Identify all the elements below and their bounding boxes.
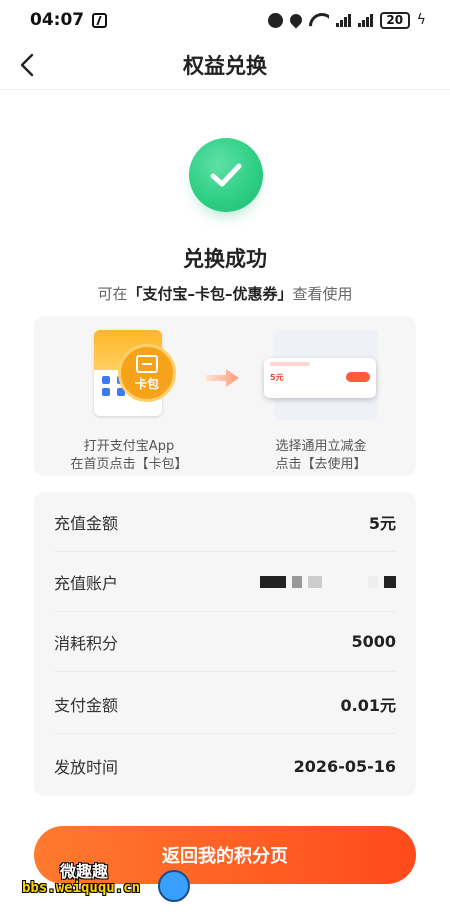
guide-step-1: 卡包 打开支付宝App 在首页点击【卡包】 — [34, 328, 224, 472]
nfc-icon — [92, 12, 108, 28]
info-value: 0.01元 — [340, 695, 396, 715]
charging-icon: ϟ — [416, 12, 426, 28]
watermark-url: bbs.weiququ.cn — [22, 880, 141, 896]
usage-guide-card: 卡包 打开支付宝App 在首页点击【卡包】 5元 选择通用立减金 点击【去使用】 — [34, 316, 416, 476]
success-title: 兑换成功 — [183, 247, 267, 271]
success-subtitle: 可在「支付宝–卡包–优惠券」查看使用 — [0, 283, 450, 304]
info-label: 发放时间 — [54, 758, 119, 777]
status-right: 20 ϟ — [267, 11, 426, 29]
signal-icon-2 — [357, 13, 373, 27]
info-label: 充值金额 — [54, 513, 119, 533]
guide-step-2: 5元 选择通用立减金 点击【去使用】 — [226, 328, 416, 472]
header: 权益兑换 — [0, 40, 450, 90]
guide-step-2-line1: 选择通用立减金 — [275, 439, 367, 454]
card-pack-icon: 卡包 — [118, 344, 176, 402]
status-time: 04:07 — [30, 10, 85, 30]
signal-icon — [335, 13, 351, 27]
coupon-popup-illustration: 5元 — [264, 358, 376, 398]
guide-step-1-line1: 打开支付宝App — [83, 439, 175, 454]
status-left: 04:07 — [30, 10, 108, 30]
info-value: 2026-05-16 — [293, 756, 396, 776]
info-value: 5元 — [368, 513, 396, 533]
watermark-name: 微趣趣 — [60, 862, 109, 881]
info-row-account: 充值账户 — [54, 552, 396, 612]
masked-account-value — [260, 575, 396, 588]
watermark-logo-icon — [158, 870, 190, 902]
battery-level: 20 — [386, 13, 404, 27]
info-label: 支付金额 — [54, 695, 119, 715]
info-label: 消耗积分 — [54, 633, 119, 653]
status-bar: 04:07 20 ϟ — [0, 0, 450, 40]
back-arrow-icon[interactable] — [16, 52, 40, 78]
location-icon — [287, 11, 305, 29]
info-row-points: 消耗积分 5000 — [54, 612, 396, 672]
success-check-icon — [189, 138, 263, 212]
info-row-issue-time: 发放时间 2026-05-16 — [54, 736, 396, 796]
wifi-icon — [309, 13, 329, 27]
info-row-payment: 支付金额 0.01元 — [54, 674, 396, 734]
page-title: 权益兑换 — [183, 53, 267, 78]
success-sub-suffix: 查看使用 — [292, 285, 353, 303]
info-row-amount: 充值金额 5元 — [54, 492, 396, 552]
info-value: 5000 — [351, 632, 396, 651]
order-info-card: 充值金额 5元 充值账户 消耗积分 5000 支付金额 0.01元 发放时间 2… — [34, 492, 416, 796]
guide-step-2-line2: 点击【去使用】 — [275, 457, 367, 472]
alarm-icon — [267, 12, 283, 28]
success-sub-prefix: 可在 — [97, 285, 128, 303]
guide-step-1-caption: 打开支付宝App 在首页点击【卡包】 — [34, 438, 224, 474]
success-sub-highlight: 「支付宝–卡包–优惠券」 — [127, 285, 293, 303]
guide-step-2-caption: 选择通用立减金 点击【去使用】 — [226, 438, 416, 474]
info-label: 充值账户 — [54, 573, 119, 593]
card-pack-label: 卡包 — [134, 376, 159, 391]
battery-icon: 20 — [379, 11, 410, 29]
guide-step-1-line2: 在首页点击【卡包】 — [70, 457, 188, 472]
